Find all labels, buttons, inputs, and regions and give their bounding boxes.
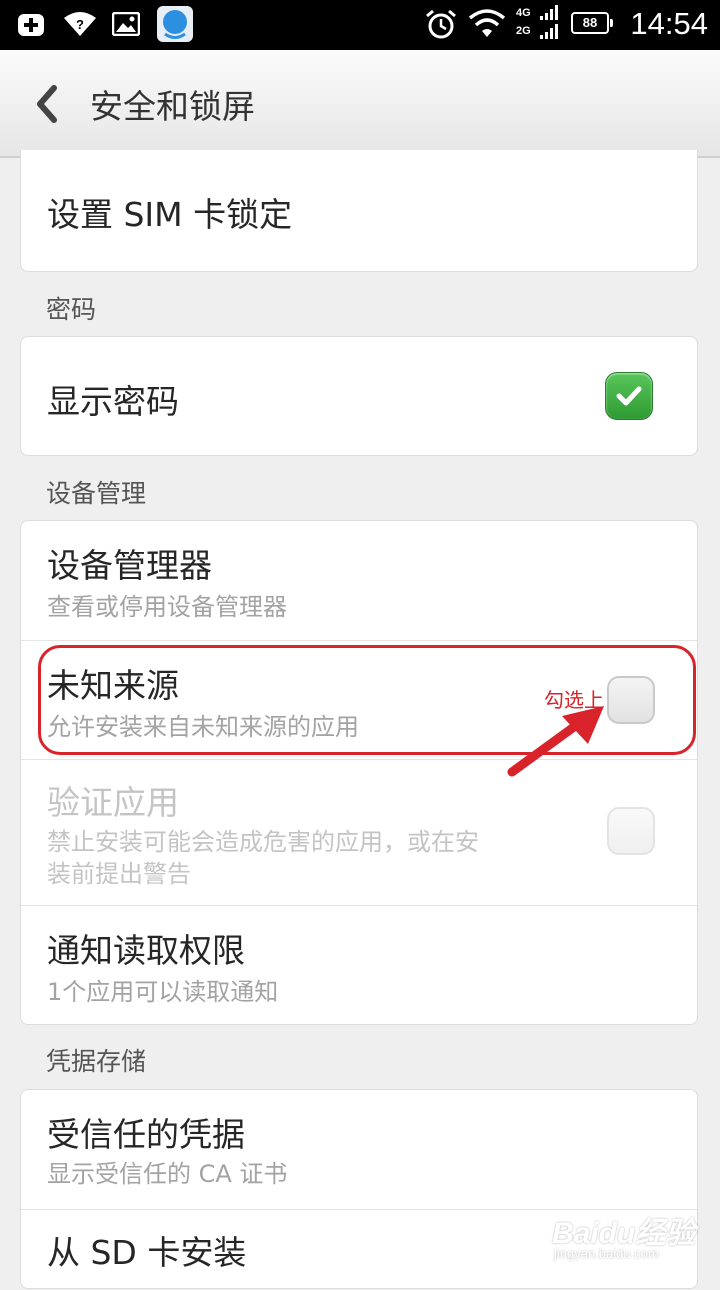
chevron-left-icon [37,85,57,123]
battery-indicator: 88 [571,12,613,34]
verify-apps-title: 验证应用 [47,783,179,822]
add-notification-icon [16,12,46,42]
signal-icon [538,4,562,48]
device-admin-title: 设备管理器 [47,546,212,585]
status-bar: ? 4G 2G 88 14:54 [0,0,720,50]
show-password-checkbox[interactable] [605,372,653,420]
watermark-url: jingyan.baidu.com [554,1246,659,1261]
device-admin-subtitle: 查看或停用设备管理器 [47,593,287,621]
show-password-title: 显示密码 [47,382,179,421]
trusted-credentials-subtitle: 显示受信任的 CA 证书 [47,1160,288,1188]
alarm-icon [424,9,458,45]
show-password-row[interactable]: 显示密码 [21,337,697,457]
verify-apps-checkbox[interactable] [607,807,655,855]
back-button[interactable] [28,82,68,126]
verify-apps-subtitle-line2: 装前提出警告 [47,860,191,888]
checkmark-icon [616,386,642,406]
network-4g-label: 4G [516,7,531,19]
notification-access-subtitle: 1个应用可以读取通知 [47,978,279,1006]
section-label-device: 设备管理 [46,479,147,508]
section-label-password: 密码 [46,295,97,324]
section-label-credentials: 凭据存储 [46,1047,147,1076]
clock: 14:54 [630,6,708,41]
wifi-question-icon: ? [62,10,98,42]
network-2g-label: 2G [516,25,531,37]
device-admin-row[interactable]: 设备管理器 查看或停用设备管理器 [21,521,697,641]
page-title: 安全和锁屏 [90,87,255,126]
svg-text:?: ? [76,17,84,32]
annotation-arrow-icon [507,706,604,777]
password-card: 显示密码 [20,336,698,456]
app-notification-icon [156,5,194,47]
sim-lock-title: 设置 SIM 卡锁定 [47,195,293,234]
baidu-watermark: Baidu经验 jingyan.baidu.com [552,1208,695,1261]
network-type-labels: 4G 2G [516,4,531,40]
notification-access-row[interactable]: 通知读取权限 1个应用可以读取通知 [21,906,697,1026]
sim-lock-card: 设置 SIM 卡锁定 [20,150,698,272]
sim-lock-row[interactable]: 设置 SIM 卡锁定 [21,150,697,272]
install-from-sd-title: 从 SD 卡安装 [47,1233,247,1272]
verify-apps-subtitle-line1: 禁止安装可能会造成危害的应用，或在安 [47,828,479,856]
trusted-credentials-row[interactable]: 受信任的凭据 显示受信任的 CA 证书 [21,1090,697,1210]
notification-access-title: 通知读取权限 [47,931,245,970]
app-header: 安全和锁屏 [0,50,720,158]
trusted-credentials-title: 受信任的凭据 [47,1115,245,1154]
image-icon [111,11,141,40]
wifi-icon [468,9,506,43]
